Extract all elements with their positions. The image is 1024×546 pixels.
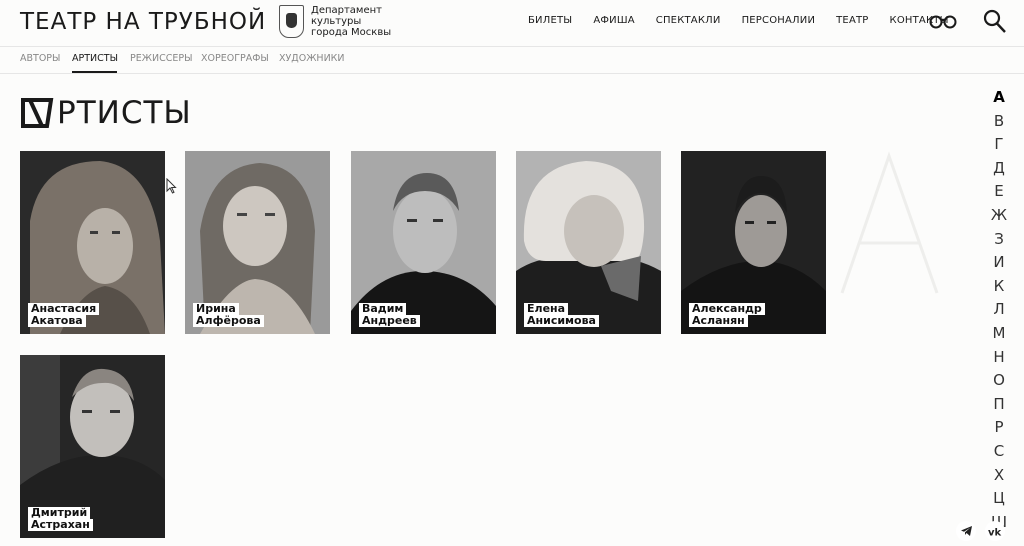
accessibility-glasses-icon[interactable]: [929, 13, 957, 29]
alphabet-letter[interactable]: Н: [988, 346, 1010, 370]
artist-last-name: Андреев: [359, 315, 420, 327]
artist-card[interactable]: Вадим Андреев: [351, 151, 496, 334]
alphabet-letter[interactable]: Ж: [988, 204, 1010, 228]
department-line-2: культуры: [311, 16, 362, 27]
personalities-subnav: АВТОРЫ АРТИСТЫ РЕЖИССЕРЫ ХОРЕОГРАФЫ ХУДО…: [0, 47, 1024, 74]
alphabet-letter[interactable]: И: [988, 251, 1010, 275]
mouse-cursor-icon: [166, 178, 177, 194]
artist-last-name: Анисимова: [524, 315, 599, 327]
alphabet-letter[interactable]: С: [988, 440, 1010, 464]
alphabet-letter[interactable]: Л: [988, 298, 1010, 322]
artist-name: Ирина Алфёрова: [193, 303, 264, 327]
artist-card[interactable]: Анастасия Акатова: [20, 151, 165, 334]
nav-afisha[interactable]: АФИША: [593, 15, 634, 26]
artist-card[interactable]: Дмитрий Астрахан: [20, 355, 165, 538]
site-header: ТЕАТР НА ТРУБНОЙ Департамент культуры го…: [0, 0, 1024, 47]
alphabet-letter[interactable]: З: [988, 228, 1010, 252]
alphabet-letter[interactable]: Д: [988, 157, 1010, 181]
department-name: Департамент культуры города Москвы: [311, 5, 401, 38]
artist-name: Вадим Андреев: [359, 303, 420, 327]
alphabet-letter[interactable]: П: [988, 393, 1010, 417]
artist-name: Александр Асланян: [689, 303, 765, 327]
artist-card[interactable]: Александр Асланян: [681, 151, 826, 334]
alphabet-letter[interactable]: А: [988, 86, 1010, 110]
nav-personalities[interactable]: ПЕРСОНАЛИИ: [742, 15, 816, 26]
site-logo[interactable]: ТЕАТР НА ТРУБНОЙ: [20, 9, 266, 35]
artist-last-name: Астрахан: [28, 519, 93, 531]
alphabet-letter[interactable]: Г: [988, 133, 1010, 157]
tab-authors[interactable]: АВТОРЫ: [20, 53, 60, 64]
page-title: РТИСТЫ: [57, 95, 192, 131]
search-icon[interactable]: [983, 9, 1007, 35]
svg-text:vk: vk: [988, 527, 1002, 536]
alphabet-letter[interactable]: М: [988, 322, 1010, 346]
active-tab-indicator: [72, 71, 117, 73]
artist-last-name: Алфёрова: [193, 315, 264, 327]
department-line-3: города Москвы: [311, 27, 392, 38]
alphabet-letter[interactable]: Е: [988, 180, 1010, 204]
nav-theatre[interactable]: ТЕАТР: [836, 15, 868, 26]
alphabet-letter[interactable]: В: [988, 110, 1010, 134]
alphabet-letter[interactable]: Ц: [988, 487, 1010, 511]
nav-tickets[interactable]: БИЛЕТЫ: [528, 15, 572, 26]
department-line-1: Департамент: [311, 5, 382, 16]
main-nav: БИЛЕТЫ АФИША СПЕКТАКЛИ ПЕРСОНАЛИИ ТЕАТР …: [528, 15, 970, 26]
page-title-block: РТИСТЫ: [20, 96, 192, 130]
moscow-emblem-icon: [279, 5, 304, 38]
nav-performances[interactable]: СПЕКТАКЛИ: [656, 15, 721, 26]
title-letter-a-glyph: [21, 98, 54, 128]
artist-name: Елена Анисимова: [524, 303, 599, 327]
department-logo[interactable]: Департамент культуры города Москвы: [279, 5, 401, 38]
tab-choreographers[interactable]: ХОРЕОГРАФЫ: [201, 53, 269, 64]
telegram-icon[interactable]: [956, 521, 976, 541]
artist-name: Анастасия Акатова: [28, 303, 100, 327]
tab-designers[interactable]: ХУДОЖНИКИ: [279, 53, 345, 64]
alphabet-letter[interactable]: К: [988, 275, 1010, 299]
artist-card[interactable]: Ирина Алфёрова: [185, 151, 330, 334]
alphabet-letter[interactable]: О: [988, 369, 1010, 393]
vk-icon[interactable]: vk: [985, 521, 1005, 541]
artist-card[interactable]: Елена Анисимова: [516, 151, 661, 334]
artist-last-name: Асланян: [689, 315, 748, 327]
alphabet-index: АВГДЕЖЗИКЛМНОПРСХЦШ: [988, 86, 1010, 534]
alphabet-letter[interactable]: Р: [988, 416, 1010, 440]
artist-name: Дмитрий Астрахан: [28, 507, 93, 531]
tab-directors[interactable]: РЕЖИССЕРЫ: [130, 53, 192, 64]
artist-last-name: Акатова: [28, 315, 86, 327]
tab-artists[interactable]: АРТИСТЫ: [72, 53, 118, 64]
alphabet-letter[interactable]: Х: [988, 464, 1010, 488]
watermark-letter: [840, 151, 939, 294]
